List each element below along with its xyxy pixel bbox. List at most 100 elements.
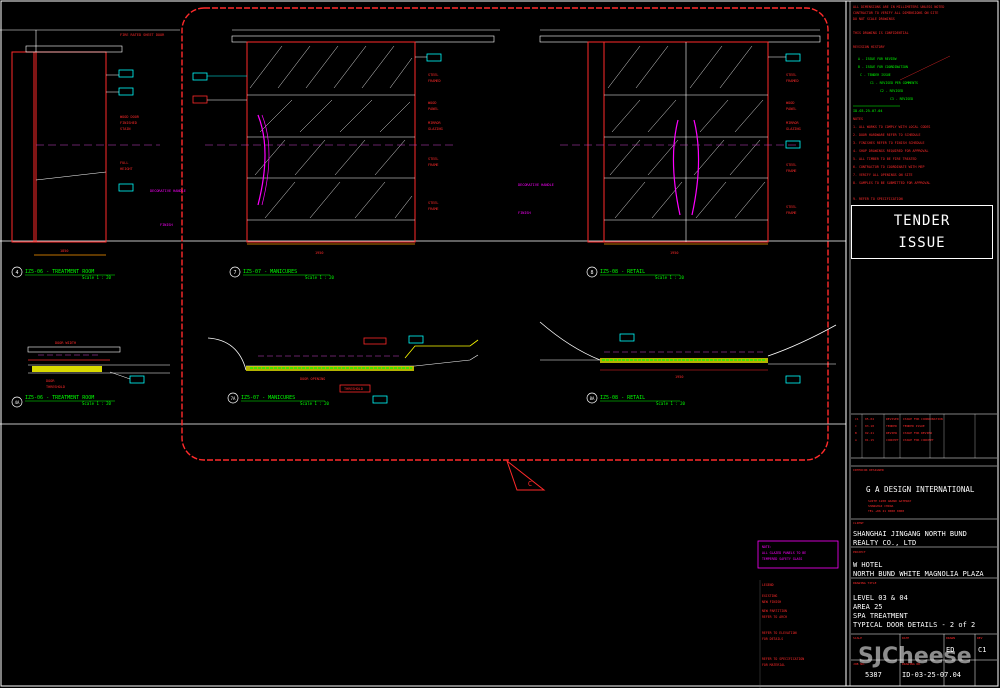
view-retail-plan xyxy=(539,321,837,384)
svg-text:THRESHOLD: THRESHOLD xyxy=(344,387,363,391)
view-number: 7 xyxy=(233,270,236,276)
svg-text:INTERIOR DESIGNER: INTERIOR DESIGNER xyxy=(853,468,884,472)
svg-text:C2 - REVISED: C2 - REVISED xyxy=(880,89,903,93)
svg-text:FRAMED: FRAMED xyxy=(428,79,441,83)
svg-text:B: B xyxy=(855,431,857,435)
svg-text:MIRROR: MIRROR xyxy=(428,121,442,125)
svg-text:2. DOOR HARDWARE REFER TO SCHE: 2. DOOR HARDWARE REFER TO SCHEDULE xyxy=(853,133,921,137)
tender-line-1: TENDER xyxy=(893,213,951,229)
svg-text:FRAME: FRAME xyxy=(428,163,439,167)
svg-text:REFER TO SPECIFICATION: REFER TO SPECIFICATION xyxy=(762,657,804,661)
svg-text:WOOD: WOOD xyxy=(786,101,794,105)
svg-text:SHANGHAI CHINA: SHANGHAI CHINA xyxy=(868,504,893,508)
svg-text:FRAME: FRAME xyxy=(786,211,797,215)
designer-name: G A DESIGN INTERNATIONAL xyxy=(866,485,975,494)
svg-text:DECORATIVE HANDLE: DECORATIVE HANDLE xyxy=(518,183,554,187)
svg-text:9. REFER TO SPECIFICATION: 9. REFER TO SPECIFICATION xyxy=(853,197,903,201)
svg-text:DECORATIVE HANDLE: DECORATIVE HANDLE xyxy=(150,189,186,193)
revision-number: C1 xyxy=(978,646,987,654)
svg-text:PANEL: PANEL xyxy=(428,107,439,111)
svg-text:FOR MATERIAL: FOR MATERIAL xyxy=(762,663,785,667)
svg-text:GLAZING: GLAZING xyxy=(428,127,443,131)
sheet-border xyxy=(0,0,999,687)
view-treatment-room-notes: FIRE RATED SHEET DOOR WOOD DOOR FINISHED… xyxy=(60,33,165,253)
svg-text:DOOR WIDTH: DOOR WIDTH xyxy=(55,341,76,345)
svg-text:A: A xyxy=(855,438,857,442)
svg-text:FINISHED: FINISHED xyxy=(120,121,137,125)
svg-text:REVISION HISTORY: REVISION HISTORY xyxy=(853,45,885,49)
project-name-1: W HOTEL xyxy=(853,561,883,569)
svg-text:FRAME: FRAME xyxy=(428,207,439,211)
svg-text:ALL DIMENSIONS ARE IN MILLIMET: ALL DIMENSIONS ARE IN MILLIMETERS UNLESS… xyxy=(853,5,944,9)
view-scale: Scale 1 : 20 xyxy=(300,401,329,406)
svg-text:C1: C1 xyxy=(855,417,859,421)
sheet-number: ID-03-25-07.04 xyxy=(902,671,962,679)
svg-text:ALL GLAZED PANELS TO BE: ALL GLAZED PANELS TO BE xyxy=(762,551,806,555)
svg-text:ISSUE FOR REVIEW: ISSUE FOR REVIEW xyxy=(903,431,932,435)
svg-text:WOOD: WOOD xyxy=(428,101,436,105)
svg-text:C: C xyxy=(855,424,857,428)
svg-text:5. ALL TIMBER TO BE FIRE TREAT: 5. ALL TIMBER TO BE FIRE TREATED xyxy=(853,157,917,161)
svg-text:SUITE 1208 GRAND GATEWAY: SUITE 1208 GRAND GATEWAY xyxy=(868,499,912,503)
svg-text:PROJECT: PROJECT xyxy=(853,550,866,554)
general-notes-box: NOTE: ALL GLAZED PANELS TO BE TEMPERED S… xyxy=(757,540,839,688)
view-retail-elevation xyxy=(539,29,821,245)
svg-text:FINISH: FINISH xyxy=(518,211,531,215)
view-manicures-plan xyxy=(207,335,479,404)
svg-text:6. CONTRACTOR TO COORDINATE WI: 6. CONTRACTOR TO COORDINATE WITH MEP xyxy=(853,165,924,169)
project-name-2: NORTH BUND WHITE MAGNOLIA PLAZA xyxy=(853,570,984,578)
view-number: 4A xyxy=(15,400,20,405)
drawing-title-4: TYPICAL DOOR DETAILS - 2 of 2 xyxy=(853,621,976,629)
view-title: IZ5-07 - MANICURES xyxy=(241,395,295,401)
title-block-revision-lines: ID-03-25-07.04 A - ISSUE FOR REVIEW B - … xyxy=(853,55,951,113)
svg-text:1950: 1950 xyxy=(315,251,323,255)
view-number: 8 xyxy=(590,270,593,276)
svg-text:REFER TO ELEVATION: REFER TO ELEVATION xyxy=(762,631,797,635)
drawing-title-2: AREA 25 xyxy=(853,603,883,611)
tender-issue-stamp: TENDER ISSUE xyxy=(851,205,993,259)
view-scale: Scale 1 : 20 xyxy=(656,401,685,406)
svg-text:WOOD DOOR: WOOD DOOR xyxy=(120,115,140,119)
svg-text:STEEL: STEEL xyxy=(786,163,797,167)
view-retail-plan-notes: 1950 xyxy=(675,375,683,379)
revision-triangle xyxy=(505,459,546,491)
svg-text:FRAME: FRAME xyxy=(786,169,797,173)
svg-text:STEEL: STEEL xyxy=(786,73,797,77)
svg-text:TEL +86 21 0000 0000: TEL +86 21 0000 0000 xyxy=(868,509,904,513)
svg-text:03.18: 03.18 xyxy=(865,424,874,428)
svg-text:C1 - REVISED PER COMMENTS: C1 - REVISED PER COMMENTS xyxy=(870,81,918,85)
svg-text:CLIENT: CLIENT xyxy=(853,521,864,525)
svg-text:C3 - REVISED: C3 - REVISED xyxy=(890,97,913,101)
svg-text:1950: 1950 xyxy=(675,375,683,379)
svg-text:DOOR OPENING: DOOR OPENING xyxy=(300,377,325,381)
svg-text:REV: REV xyxy=(977,636,983,640)
view-manicures-plan-notes: DOOR OPENING THRESHOLD xyxy=(300,377,363,391)
watermark: SJCheese xyxy=(858,644,972,669)
svg-text:THRESHOLD: THRESHOLD xyxy=(46,385,65,389)
title-block-red-notes: ALL DIMENSIONS ARE IN MILLIMETERS UNLESS… xyxy=(853,5,944,201)
svg-text:TENDER: TENDER xyxy=(886,424,897,428)
svg-text:02.21: 02.21 xyxy=(865,431,874,435)
svg-text:FRAMED: FRAMED xyxy=(786,79,799,83)
svg-text:ID-03-25-07.04: ID-03-25-07.04 xyxy=(853,109,883,113)
view-scale: Scale 1 : 20 xyxy=(305,275,334,280)
tender-line-2: ISSUE xyxy=(898,235,946,251)
svg-text:DRAWING TITLE: DRAWING TITLE xyxy=(853,581,877,585)
view-scale: Scale 1 : 20 xyxy=(82,275,111,280)
svg-text:STEEL: STEEL xyxy=(428,201,439,205)
svg-text:NEW PARTITION: NEW PARTITION xyxy=(762,609,787,613)
svg-text:DOOR: DOOR xyxy=(46,379,55,383)
svg-text:REVISED: REVISED xyxy=(886,417,899,421)
svg-text:8. SAMPLES TO BE SUBMITTED FOR: 8. SAMPLES TO BE SUBMITTED FOR APPROVAL xyxy=(853,181,930,185)
svg-text:1850: 1850 xyxy=(60,249,68,253)
svg-text:GLAZING: GLAZING xyxy=(786,127,801,131)
svg-text:FOR DETAILS: FOR DETAILS xyxy=(762,637,783,641)
view-title: IZ5-07 - MANICURES xyxy=(243,269,297,275)
svg-text:NEW FINISH: NEW FINISH xyxy=(762,600,781,604)
view-labels: 4 7 8 4A 7A 8A IZ5-06 - TREATMENT ROOM S… xyxy=(11,266,685,408)
svg-text:LEGEND: LEGEND xyxy=(762,583,774,587)
svg-text:NOTE:: NOTE: xyxy=(762,545,772,549)
view-number: 8A xyxy=(590,396,595,401)
svg-text:NOTES: NOTES xyxy=(853,117,863,121)
svg-text:TEMPERED SAFETY GLASS: TEMPERED SAFETY GLASS xyxy=(762,557,802,561)
